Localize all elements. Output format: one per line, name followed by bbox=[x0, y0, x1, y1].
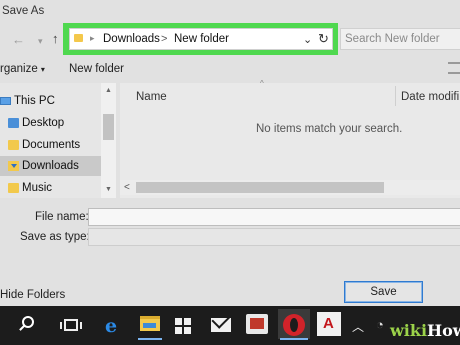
nav-item-label: Documents bbox=[22, 139, 81, 151]
nav-item-desktop[interactable]: Desktop bbox=[0, 113, 101, 133]
file-explorer-icon[interactable] bbox=[140, 316, 160, 331]
scrollbar-thumb[interactable] bbox=[103, 114, 114, 140]
mail-icon[interactable] bbox=[211, 318, 231, 332]
up-arrow-icon[interactable]: ↑ bbox=[52, 32, 59, 46]
folder-icon bbox=[8, 140, 19, 150]
nav-item-downloads[interactable]: Downloads bbox=[0, 156, 101, 176]
chevron-up-icon[interactable]: ︿ bbox=[352, 318, 364, 335]
chevron-down-icon: ▾ bbox=[40, 65, 45, 74]
watermark-logo: wikiHow bbox=[390, 321, 460, 340]
column-divider[interactable] bbox=[395, 86, 396, 106]
save-as-type-label: Save as type: bbox=[20, 231, 90, 243]
wifi-icon[interactable]: ◔ bbox=[376, 317, 384, 332]
watermark-part-a: wiki bbox=[390, 321, 428, 340]
chevron-down-icon[interactable]: ⌄ bbox=[303, 33, 312, 46]
active-indicator bbox=[138, 338, 162, 340]
search-icon[interactable] bbox=[22, 316, 34, 328]
reader-icon[interactable] bbox=[246, 314, 268, 334]
file-name-label: File name: bbox=[35, 211, 89, 223]
back-arrow-icon[interactable]: ← bbox=[12, 33, 25, 47]
nav-item-label: Desktop bbox=[22, 117, 65, 129]
breadcrumb-downloads[interactable]: Downloads bbox=[103, 33, 160, 45]
sort-indicator-icon: ^ bbox=[260, 79, 264, 88]
save-as-type-select[interactable] bbox=[88, 228, 460, 246]
store-icon[interactable] bbox=[175, 318, 191, 334]
scrollbar-thumb[interactable] bbox=[136, 182, 384, 193]
music-folder-icon bbox=[8, 183, 19, 193]
organize-menu[interactable]: rganize ▾ bbox=[0, 63, 45, 75]
nav-scrollbar[interactable] bbox=[101, 83, 116, 198]
breadcrumb-separator[interactable]: > bbox=[161, 33, 167, 45]
window-title: Save As bbox=[2, 5, 45, 17]
organize-label: rganize bbox=[0, 63, 38, 75]
edge-icon[interactable]: e bbox=[105, 315, 117, 337]
new-folder-button[interactable]: New folder bbox=[69, 63, 124, 75]
history-dropdown-icon[interactable]: ▾ bbox=[38, 34, 43, 48]
hide-folders-toggle[interactable]: Hide Folders bbox=[0, 289, 65, 301]
nav-item-music[interactable]: Music bbox=[0, 178, 101, 198]
scroll-up-icon[interactable]: ▲ bbox=[105, 87, 112, 94]
folder-icon bbox=[8, 118, 19, 128]
breadcrumb-new-folder[interactable]: New folder bbox=[174, 33, 229, 45]
computer-icon bbox=[0, 97, 11, 105]
nav-item-label: Downloads bbox=[22, 160, 79, 172]
opera-icon[interactable] bbox=[283, 314, 305, 336]
nav-item-label: This PC bbox=[14, 95, 55, 107]
acrobat-icon[interactable] bbox=[317, 312, 341, 336]
column-header-name[interactable]: Name bbox=[136, 91, 167, 103]
scroll-left-icon[interactable]: < bbox=[124, 182, 130, 193]
scroll-down-icon[interactable]: ▼ bbox=[105, 186, 112, 193]
nav-item-label: Music bbox=[22, 182, 53, 194]
view-options-icon[interactable] bbox=[448, 62, 460, 74]
nav-item-documents[interactable]: Documents bbox=[0, 135, 101, 155]
watermark-part-b: How bbox=[427, 321, 460, 340]
save-button[interactable]: Save bbox=[344, 281, 423, 303]
folder-icon bbox=[74, 34, 83, 42]
navigation-pane: This PC Desktop Documents Downloads Musi… bbox=[0, 83, 116, 198]
active-indicator bbox=[280, 338, 308, 340]
empty-message: No items match your search. bbox=[256, 123, 403, 135]
nav-item-this-pc[interactable]: This PC bbox=[0, 91, 101, 111]
save-as-dialog: Save As ← ▾ ↑ ▸ Downloads > New folder ⌄… bbox=[0, 0, 460, 306]
file-name-input[interactable] bbox=[88, 208, 460, 226]
search-input[interactable]: Search New folder bbox=[345, 33, 440, 45]
task-view-icon[interactable] bbox=[60, 319, 82, 331]
download-folder-icon bbox=[8, 161, 19, 171]
breadcrumb-separator[interactable]: ▸ bbox=[90, 33, 95, 44]
title-bar: Save As bbox=[0, 0, 460, 24]
refresh-icon[interactable]: ↻ bbox=[318, 31, 329, 47]
column-header-date[interactable]: Date modifi bbox=[401, 91, 459, 103]
